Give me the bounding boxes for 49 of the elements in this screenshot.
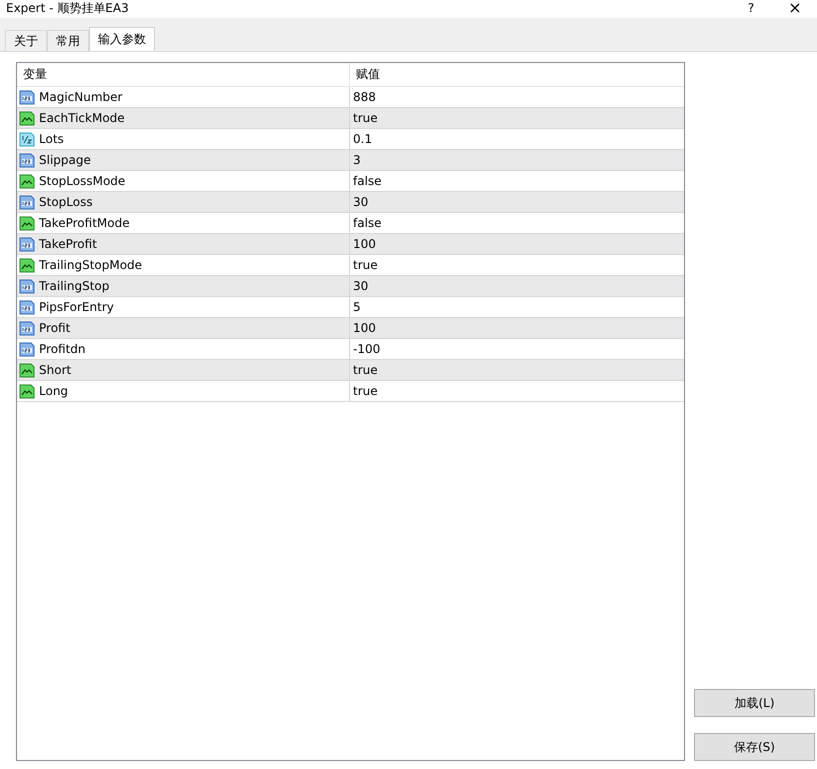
parameter-value[interactable]: true: [353, 111, 378, 125]
fraction-icon: [19, 131, 35, 147]
parameter-name: MagicNumber: [39, 90, 122, 104]
parameter-name: Long: [39, 384, 68, 398]
parameter-value[interactable]: false: [353, 216, 382, 230]
parameter-name: Profit: [39, 321, 70, 335]
number-icon: [19, 278, 35, 294]
parameter-name: TrailingStopMode: [39, 258, 142, 272]
parameter-name: Profitdn: [39, 342, 86, 356]
tab[interactable]: 关于: [5, 30, 47, 51]
parameter-value[interactable]: 0.1: [353, 132, 372, 146]
dialog-button[interactable]: 保存(S): [694, 733, 815, 761]
parameter-name: Lots: [39, 132, 64, 146]
parameter-value[interactable]: 3: [353, 153, 361, 167]
parameter-name: TakeProfitMode: [39, 216, 130, 230]
parameter-name: TakeProfit: [39, 237, 97, 251]
column-header[interactable]: 变量: [17, 63, 350, 86]
number-icon: [19, 89, 35, 105]
parameter-name: Short: [39, 363, 72, 377]
parameter-value[interactable]: -100: [353, 342, 380, 356]
number-icon: [19, 341, 35, 357]
parameter-value[interactable]: 30: [353, 195, 368, 209]
help-button[interactable]: ?: [729, 0, 773, 16]
parameter-value[interactable]: 100: [353, 237, 376, 251]
parameter-value[interactable]: true: [353, 363, 378, 377]
dialog-button[interactable]: 加载(L): [694, 689, 815, 717]
parameter-name: Slippage: [39, 153, 91, 167]
number-icon: [19, 299, 35, 315]
parameter-value[interactable]: 100: [353, 321, 376, 335]
parameter-name: EachTickMode: [39, 111, 125, 125]
parameter-name: StopLoss: [39, 195, 93, 209]
number-icon: [19, 194, 35, 210]
parameter-name: PipsForEntry: [39, 300, 114, 314]
column-header[interactable]: 赋值: [350, 63, 684, 86]
tab[interactable]: 常用: [47, 30, 89, 51]
number-icon: [19, 320, 35, 336]
parameter-name: TrailingStop: [39, 279, 110, 293]
parameter-name: StopLossMode: [39, 174, 126, 188]
parameter-value[interactable]: 5: [353, 300, 361, 314]
number-icon: [19, 236, 35, 252]
tab[interactable]: 输入参数: [89, 27, 155, 51]
parameter-value[interactable]: 30: [353, 279, 368, 293]
parameter-value[interactable]: true: [353, 258, 378, 272]
parameter-value[interactable]: 888: [353, 90, 376, 104]
parameter-value[interactable]: true: [353, 384, 378, 398]
window-title: Expert - 顺势挂单EA3: [5, 0, 130, 16]
parameter-value[interactable]: false: [353, 174, 382, 188]
close-button[interactable]: ×: [773, 0, 817, 16]
number-icon: [19, 152, 35, 168]
